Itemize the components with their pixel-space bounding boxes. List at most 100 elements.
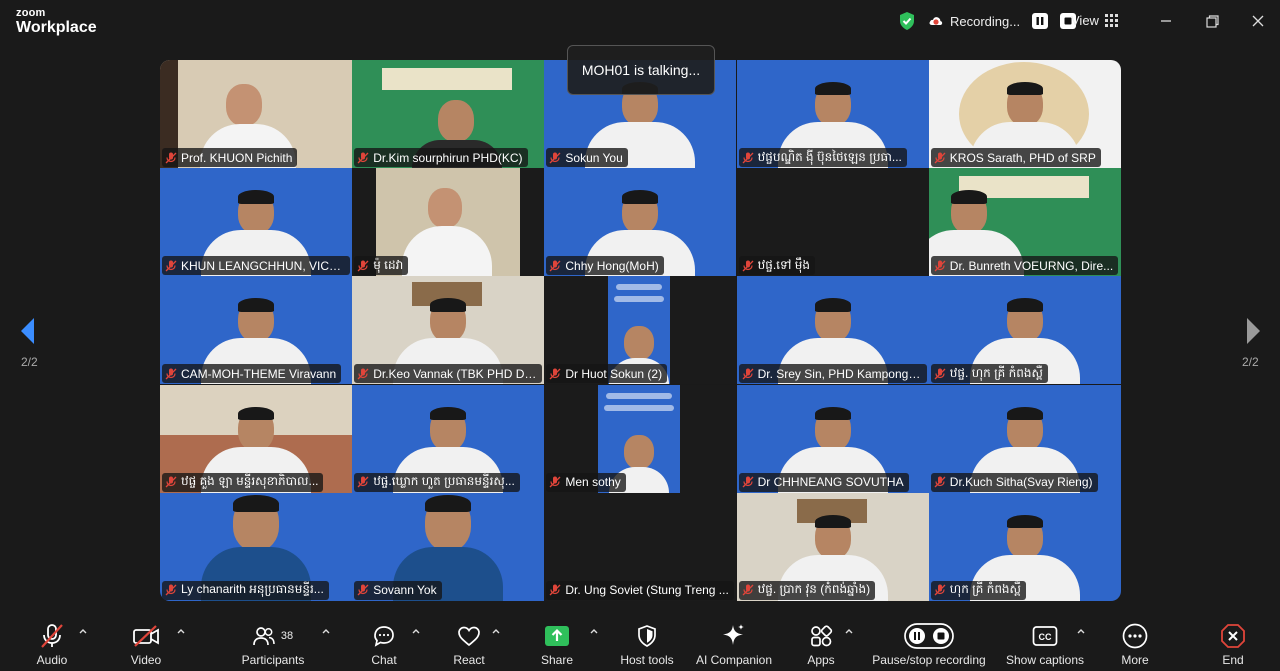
muted-mic-icon bbox=[934, 260, 946, 272]
muted-mic-icon bbox=[165, 152, 177, 163]
apps-button[interactable]: Apps bbox=[803, 622, 839, 667]
muted-mic-icon bbox=[165, 584, 177, 596]
participants-options-chevron-icon[interactable] bbox=[321, 626, 331, 636]
participant-tile[interactable]: Dr.Kim sourphirun PHD(KC) bbox=[352, 60, 545, 168]
participant-tile[interactable]: Dr CHHNEANG SOVUTHA bbox=[736, 384, 929, 493]
participants-label: Participants bbox=[241, 653, 305, 667]
participant-name-tag: Prof. KHUON Pichith bbox=[162, 148, 298, 167]
participant-tile[interactable]: Chhy Hong(MoH) bbox=[544, 168, 737, 277]
muted-mic-icon bbox=[742, 368, 754, 380]
logo-line-1: zoom bbox=[16, 7, 46, 19]
participant-tile[interactable]: ឋផ្ចបណ្ឌិត ង៉ី ប៊ុនថៃឡេន ប្រធា... bbox=[736, 60, 929, 168]
previous-page-arrow-icon[interactable] bbox=[18, 316, 38, 346]
participants-button[interactable]: 38 Participants bbox=[240, 622, 306, 667]
end-meeting-button[interactable]: End bbox=[1216, 622, 1250, 667]
participant-name-tag: Sovann Yok bbox=[354, 580, 442, 600]
more-label: More bbox=[1121, 653, 1149, 667]
apps-options-chevron-icon[interactable] bbox=[844, 626, 854, 636]
closed-captions-icon: CC bbox=[1032, 622, 1058, 650]
react-button[interactable]: React bbox=[450, 622, 488, 667]
recording-status: Recording... bbox=[898, 10, 1077, 32]
chat-label: Chat bbox=[371, 653, 397, 667]
participant-tile[interactable]: Prof. KHUON Pichith bbox=[160, 60, 352, 168]
next-page-arrow-icon[interactable] bbox=[1243, 316, 1263, 346]
muted-mic-icon bbox=[357, 368, 369, 380]
muted-mic-icon bbox=[549, 260, 561, 272]
view-button[interactable]: View bbox=[1071, 13, 1118, 28]
participant-tile[interactable]: ឋផ្ច. ប្រាក វុន (កំពង់ឆ្នាំង) bbox=[736, 492, 929, 601]
meeting-toolbar: Audio Video 38 Participants Chat React S… bbox=[0, 614, 1280, 671]
react-options-chevron-icon[interactable] bbox=[491, 626, 501, 636]
participant-name: Dr. Srey Sin, PHD Kampong ... bbox=[757, 366, 922, 381]
share-button[interactable]: Share bbox=[539, 622, 575, 667]
participant-name: ឋផ្ច.ឃ្លោក ហួត ប្រធានមន្ទីរសុ... bbox=[373, 474, 515, 489]
video-button[interactable]: Video bbox=[124, 622, 168, 667]
participant-name: Dr CHHNEANG SOVUTHA bbox=[757, 475, 904, 490]
participant-tile[interactable]: ហុក គ្រី កំពងស្ពឺ bbox=[928, 492, 1121, 601]
view-label: View bbox=[1071, 13, 1099, 28]
pause-recording-button[interactable] bbox=[1032, 13, 1049, 29]
participant-tile[interactable]: Ly chanarith អនុប្រធានមន្ទីរ... bbox=[160, 492, 352, 601]
participant-tile[interactable]: ឋផ្ច គួង ឡា មន្ទីរសុខាភិបាល... bbox=[160, 384, 352, 493]
audio-options-chevron-icon[interactable] bbox=[78, 626, 88, 636]
ai-companion-button[interactable]: AI Companion bbox=[693, 622, 775, 667]
participant-tile[interactable]: Dr.Kuch Sitha(Svay Rieng) bbox=[928, 384, 1121, 493]
show-captions-button[interactable]: CC Show captions bbox=[1003, 622, 1087, 667]
participant-tile[interactable]: Dr. Srey Sin, PHD Kampong ... bbox=[736, 276, 929, 385]
pause-icon bbox=[1036, 17, 1044, 25]
participant-name: Dr.Kuch Sitha(Svay Rieng) bbox=[949, 475, 1093, 490]
participant-name: ឋផ្ច គួង ឡា មន្ទីរសុខាភិបាល... bbox=[181, 474, 319, 489]
muted-mic-icon bbox=[357, 476, 369, 488]
muted-mic-icon bbox=[549, 368, 561, 380]
participant-name-tag: CAM-MOH-THEME Viravann bbox=[162, 364, 342, 384]
muted-mic-icon bbox=[549, 476, 561, 488]
participant-name-tag: ឋផ្ច.ឃ្លោក ហួត ប្រធានមន្ទីរសុ... bbox=[354, 472, 520, 492]
more-button[interactable]: More bbox=[1116, 622, 1154, 667]
encryption-shield-icon[interactable] bbox=[898, 11, 916, 31]
chat-button[interactable]: Chat bbox=[364, 622, 404, 667]
participant-tile[interactable]: KHUN LEANGCHHUN, VICE-... bbox=[160, 168, 352, 277]
participant-tile[interactable]: Dr.Keo Vannak (TBK PHD Dir... bbox=[352, 276, 545, 385]
participant-name-tag: ហុក គ្រី កំពងស្ពឺ bbox=[930, 580, 1026, 600]
participants-icon: 38 bbox=[253, 622, 293, 650]
minimize-button[interactable] bbox=[1157, 12, 1175, 30]
muted-mic-icon bbox=[742, 152, 754, 163]
video-label: Video bbox=[130, 653, 162, 667]
participant-tile[interactable]: ឋផ្ច. ហុក គ្រី កំពងស្ពឺ bbox=[928, 276, 1121, 385]
pause-stop-recording-label: Pause/stop recording bbox=[872, 653, 986, 667]
participant-name-tag: Dr. Srey Sin, PHD Kampong ... bbox=[738, 364, 927, 384]
active-speaker-banner: MOH01 is talking... bbox=[567, 45, 715, 95]
participant-tile[interactable]: Dr. Ung Soviet (Stung Treng ... bbox=[544, 492, 737, 601]
chat-options-chevron-icon[interactable] bbox=[411, 626, 421, 636]
participant-tile[interactable]: Dr. Bunreth VOEURNG, Dire... bbox=[928, 168, 1121, 277]
participant-name-tag: Dr.Kim sourphirun PHD(KC) bbox=[354, 148, 528, 167]
participant-tile[interactable]: Sovann Yok bbox=[352, 492, 545, 601]
close-button[interactable] bbox=[1249, 12, 1267, 30]
participant-name: ហុក គ្រី កំពងស្ពឺ bbox=[949, 582, 1021, 597]
muted-mic-icon bbox=[357, 260, 369, 272]
muted-mic-icon bbox=[934, 152, 946, 163]
participant-name: Ly chanarith អនុប្រធានមន្ទីរ... bbox=[181, 582, 324, 597]
cloud-recording-icon bbox=[929, 17, 943, 25]
more-dots-icon bbox=[1122, 622, 1148, 650]
restore-button[interactable] bbox=[1203, 12, 1221, 30]
participant-tile[interactable]: ឋផ្ច.ទៅ ម៉ឹង bbox=[736, 168, 929, 277]
participant-name: ឋផ្ច.ទៅ ម៉ឹង bbox=[757, 257, 810, 272]
video-options-chevron-icon[interactable] bbox=[176, 626, 186, 636]
apps-label: Apps bbox=[807, 653, 835, 667]
participant-name-tag: Dr.Kuch Sitha(Svay Rieng) bbox=[930, 472, 1098, 492]
captions-options-chevron-icon[interactable] bbox=[1076, 626, 1086, 636]
pause-stop-recording-button[interactable]: Pause/stop recording bbox=[868, 622, 990, 667]
participant-name: ឋផ្ចបណ្ឌិត ង៉ី ប៊ុនថៃឡេន ប្រធា... bbox=[757, 149, 902, 164]
participant-tile[interactable]: ម៉ុ ដេវា bbox=[352, 168, 545, 277]
participant-tile[interactable]: KROS Sarath, PHD of SRP bbox=[928, 60, 1121, 168]
host-tools-button[interactable]: Host tools bbox=[615, 622, 679, 667]
share-options-chevron-icon[interactable] bbox=[589, 626, 599, 636]
end-call-icon bbox=[1220, 622, 1246, 650]
participant-tile[interactable]: Men sothy bbox=[544, 384, 737, 493]
audio-button[interactable]: Audio bbox=[30, 622, 74, 667]
participant-tile[interactable]: ឋផ្ច.ឃ្លោក ហួត ប្រធានមន្ទីរសុ... bbox=[352, 384, 545, 493]
participant-tile[interactable]: Dr Huot Sokun (2) bbox=[544, 276, 737, 385]
participants-count: 38 bbox=[280, 630, 294, 642]
participant-tile[interactable]: CAM-MOH-THEME Viravann bbox=[160, 276, 352, 385]
